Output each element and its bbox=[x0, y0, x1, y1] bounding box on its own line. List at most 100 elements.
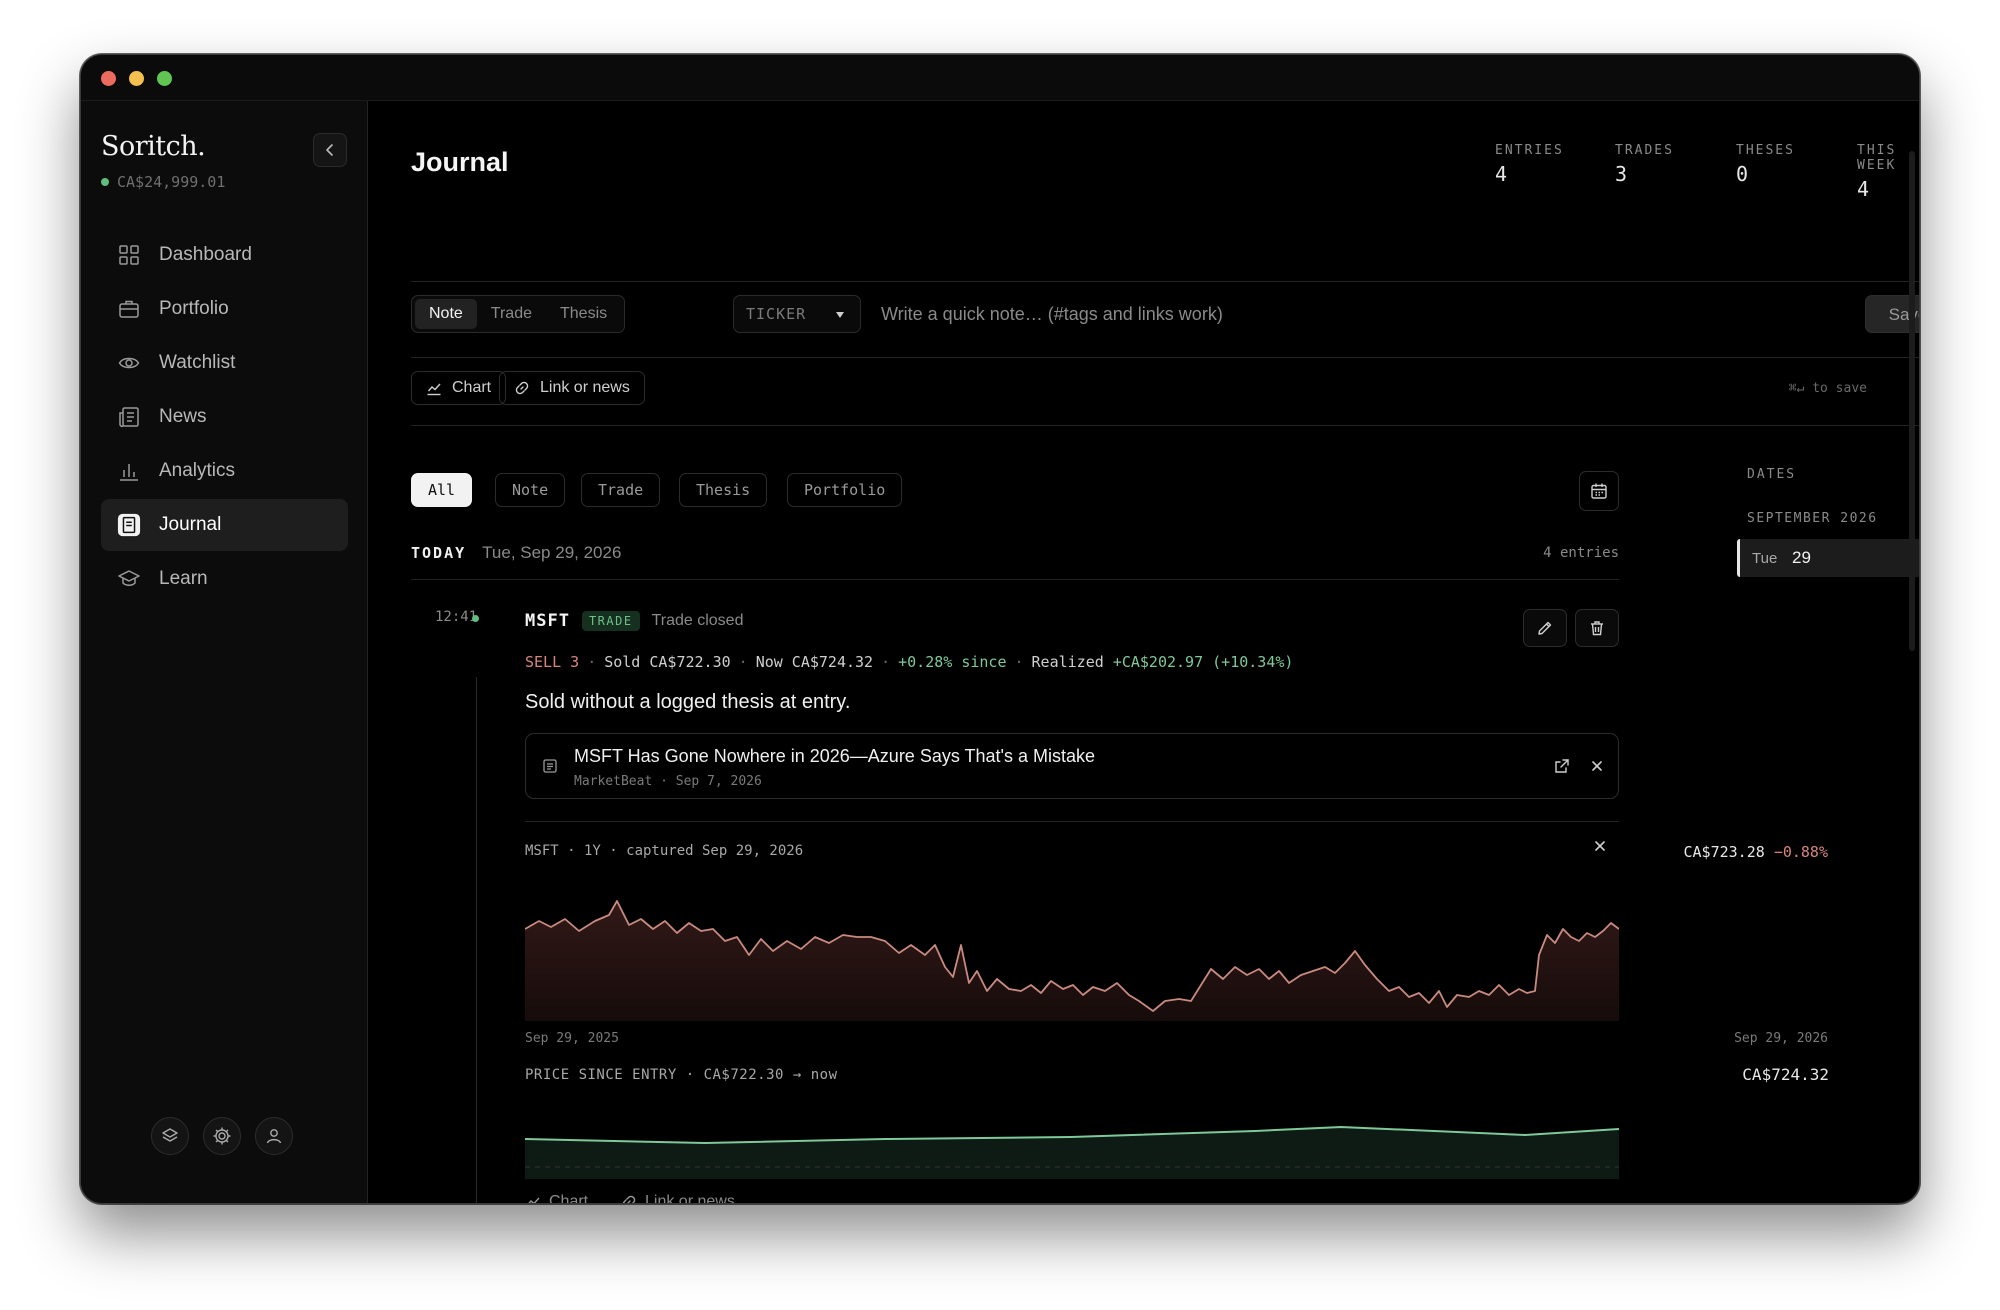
sidebar-item-label: Analytics bbox=[159, 460, 236, 481]
entry-header: MSFT TRADE Trade closed bbox=[525, 611, 743, 631]
date-day: 29 bbox=[1792, 548, 1811, 567]
date-row[interactable]: Tue 29 4 bbox=[1737, 539, 1919, 577]
sidebar-item-label: Dashboard bbox=[159, 244, 252, 265]
stat-label: THESES bbox=[1736, 143, 1795, 158]
quick-note-input[interactable] bbox=[881, 295, 1581, 333]
entry-body-text: Sold without a logged thesis at entry. bbox=[525, 691, 851, 713]
timeline-dot bbox=[472, 615, 479, 622]
account-balance: CA$24,999.01 bbox=[101, 173, 225, 191]
divider bbox=[411, 281, 1919, 282]
sidebar-item-dashboard[interactable]: Dashboard bbox=[101, 229, 348, 281]
day-label: TODAY bbox=[411, 544, 467, 562]
close-icon[interactable] bbox=[1590, 759, 1604, 773]
news-source: MarketBeat · Sep 7, 2026 bbox=[574, 774, 762, 789]
stat-value: 3 bbox=[1615, 162, 1628, 186]
trade-realized-value: +CA$202.97 (+10.34%) bbox=[1112, 653, 1294, 671]
day-entry-count: 4 entries bbox=[1543, 545, 1619, 561]
gear-icon bbox=[213, 1127, 231, 1145]
sidebar-item-learn[interactable]: Learn bbox=[101, 553, 348, 605]
since-entry-chart bbox=[525, 1125, 1619, 1179]
trash-icon bbox=[1591, 621, 1603, 636]
delete-entry-button[interactable] bbox=[1575, 609, 1619, 647]
sidebar-item-portfolio[interactable]: Portfolio bbox=[101, 283, 348, 335]
line-chart-icon bbox=[427, 383, 441, 396]
add-chart-button[interactable]: Chart bbox=[411, 371, 507, 405]
scrollbar[interactable] bbox=[1909, 151, 1915, 651]
trade-now-price: Now CA$724.32 bbox=[755, 653, 874, 671]
ticker-select[interactable]: TICKER bbox=[733, 295, 861, 333]
chart-button-label: Chart bbox=[452, 379, 492, 396]
sidebar-item-news[interactable]: News bbox=[101, 391, 348, 443]
dates-month: SEPTEMBER 2026 bbox=[1747, 511, 1878, 526]
news-title: MSFT Has Gone Nowhere in 2026—Azure Says… bbox=[574, 746, 1095, 766]
user-icon bbox=[266, 1129, 282, 1144]
ticker-placeholder: TICKER bbox=[746, 305, 807, 323]
dates-panel-title: DATES bbox=[1747, 467, 1797, 482]
stat-trades: TRADES 3 bbox=[1615, 143, 1674, 186]
sidebar-item-journal[interactable]: Journal bbox=[101, 499, 348, 551]
sidebar: Soritch. CA$24,999.01 Dashboard Portfoli… bbox=[81, 101, 368, 1203]
sidebar-item-label: News bbox=[159, 406, 207, 427]
sidebar-item-label: Learn bbox=[159, 568, 208, 589]
divider bbox=[411, 579, 1619, 580]
attach-link-button[interactable]: Link or news bbox=[621, 1193, 735, 1204]
sidebar-nav: Dashboard Portfolio Watchlist News Analy… bbox=[101, 229, 348, 607]
filter-thesis[interactable]: Thesis bbox=[679, 473, 768, 507]
external-link-icon[interactable] bbox=[1554, 758, 1570, 774]
close-window-button[interactable] bbox=[101, 71, 116, 86]
type-note-button[interactable]: Note bbox=[415, 299, 477, 329]
type-thesis-button[interactable]: Thesis bbox=[546, 299, 621, 329]
filter-all[interactable]: All bbox=[411, 473, 473, 507]
filter-portfolio[interactable]: Portfolio bbox=[787, 473, 903, 507]
chart-x-end: Sep 29, 2026 bbox=[1734, 1031, 1828, 1046]
type-trade-button[interactable]: Trade bbox=[477, 299, 546, 329]
divider bbox=[411, 357, 1919, 358]
sidebar-item-label: Journal bbox=[159, 514, 222, 535]
chart-price-value: CA$723.28 bbox=[1683, 843, 1765, 861]
price-area bbox=[525, 901, 1619, 1021]
filter-note[interactable]: Note bbox=[495, 473, 566, 507]
stat-value: 0 bbox=[1736, 162, 1749, 186]
eye-icon bbox=[117, 351, 141, 375]
stat-label: ENTRIES bbox=[1495, 143, 1564, 158]
sidebar-footer bbox=[151, 1117, 293, 1155]
sidebar-item-analytics[interactable]: Analytics bbox=[101, 445, 348, 497]
filter-trade[interactable]: Trade bbox=[581, 473, 661, 507]
attach-link-label: Link or news bbox=[645, 1193, 735, 1204]
bar-chart-icon bbox=[117, 459, 141, 483]
trade-summary: SELL 3 · Sold CA$722.30 · Now CA$724.32 · +0.2… bbox=[525, 653, 1294, 671]
minimize-window-button[interactable] bbox=[129, 71, 144, 86]
entry-type-selector: Note Trade Thesis bbox=[411, 295, 626, 333]
trade-realized-label: Realized bbox=[1031, 653, 1104, 671]
news-card[interactable]: MSFT Has Gone Nowhere in 2026—Azure Says… bbox=[525, 733, 1619, 799]
trade-since-change: +0.28% since bbox=[898, 653, 1007, 671]
edit-entry-button[interactable] bbox=[1523, 609, 1567, 647]
chart-price: CA$723.28 −0.88% bbox=[1684, 843, 1829, 861]
brand-logo: Soritch. bbox=[101, 131, 206, 162]
main-content: Journal ENTRIES 4 TRADES 3 THESES 0 THIS… bbox=[369, 101, 1919, 1203]
layers-icon bbox=[162, 1128, 178, 1142]
zoom-window-button[interactable] bbox=[157, 71, 172, 86]
attach-chart-label: Chart bbox=[549, 1193, 589, 1204]
collapse-sidebar-button[interactable] bbox=[313, 133, 347, 167]
attach-chart-button[interactable]: Chart bbox=[525, 1193, 589, 1204]
balance-value: CA$24,999.01 bbox=[117, 173, 226, 191]
day-date: Tue, Sep 29, 2026 bbox=[482, 543, 622, 562]
calendar-icon bbox=[1591, 483, 1607, 499]
entry-type-badge: TRADE bbox=[581, 611, 640, 631]
add-link-button[interactable]: Link or news bbox=[499, 371, 645, 405]
settings-button[interactable] bbox=[203, 1117, 241, 1155]
stat-value: 4 bbox=[1495, 162, 1508, 186]
profile-button[interactable] bbox=[255, 1117, 293, 1155]
stat-label: TRADES bbox=[1615, 143, 1674, 158]
status-dot-icon bbox=[101, 178, 109, 186]
sidebar-item-watchlist[interactable]: Watchlist bbox=[101, 337, 348, 389]
link-icon bbox=[622, 1195, 636, 1203]
price-since-entry-value: CA$724.32 bbox=[1742, 1065, 1829, 1084]
calendar-button[interactable] bbox=[1579, 471, 1619, 511]
layers-button[interactable] bbox=[151, 1117, 189, 1155]
app-window: Soritch. CA$24,999.01 Dashboard Portfoli… bbox=[80, 54, 1920, 1204]
remove-chart-icon[interactable] bbox=[1593, 839, 1607, 853]
stat-entries: ENTRIES 4 bbox=[1495, 143, 1564, 186]
chart-price-change: −0.88% bbox=[1773, 843, 1828, 861]
